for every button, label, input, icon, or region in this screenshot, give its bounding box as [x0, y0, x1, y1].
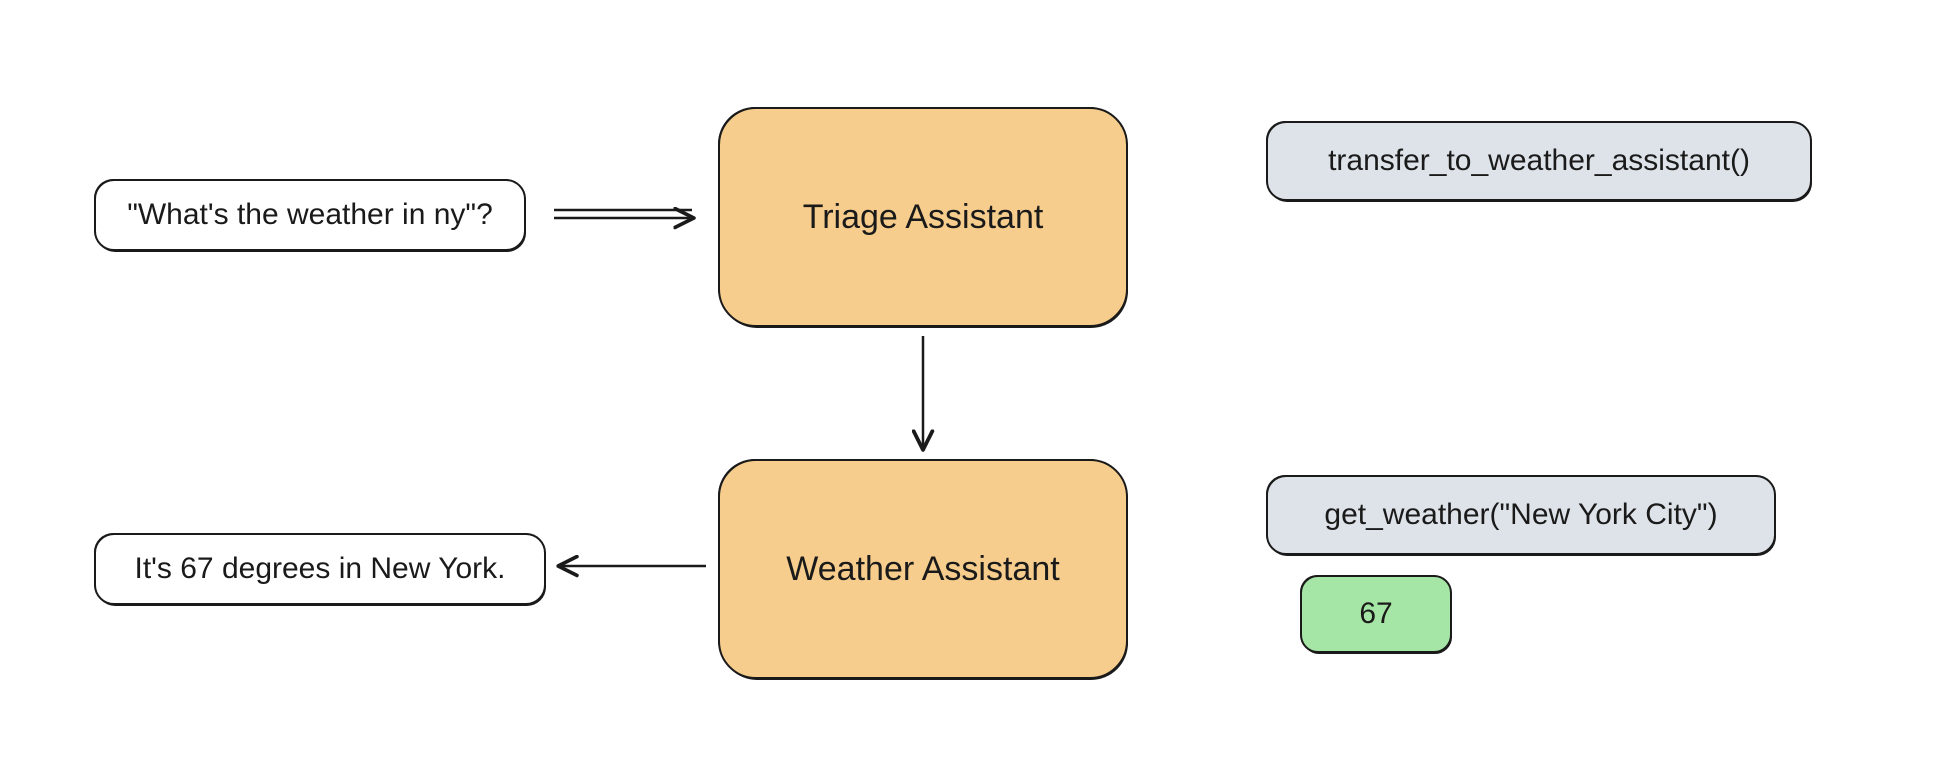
weather-result-node: 67 [1300, 575, 1452, 653]
transfer-call-node: transfer_to_weather_assistant() [1266, 121, 1812, 201]
transfer-call-text: transfer_to_weather_assistant() [1328, 142, 1750, 180]
final-answer-text: It's 67 degrees in New York. [135, 550, 506, 588]
get-weather-call-node: get_weather("New York City") [1266, 475, 1776, 555]
arrow-query-to-triage [554, 210, 692, 218]
weather-assistant-label: Weather Assistant [786, 548, 1059, 591]
diagram-canvas: "What's the weather in ny"? Triage Assis… [0, 0, 1938, 770]
user-query-node: "What's the weather in ny"? [94, 179, 526, 251]
get-weather-call-text: get_weather("New York City") [1324, 496, 1717, 534]
weather-result-text: 67 [1359, 595, 1392, 633]
final-answer-node: It's 67 degrees in New York. [94, 533, 546, 605]
user-query-text: "What's the weather in ny"? [127, 196, 493, 234]
triage-assistant-node: Triage Assistant [718, 107, 1128, 327]
weather-assistant-node: Weather Assistant [718, 459, 1128, 679]
triage-assistant-label: Triage Assistant [803, 196, 1044, 239]
